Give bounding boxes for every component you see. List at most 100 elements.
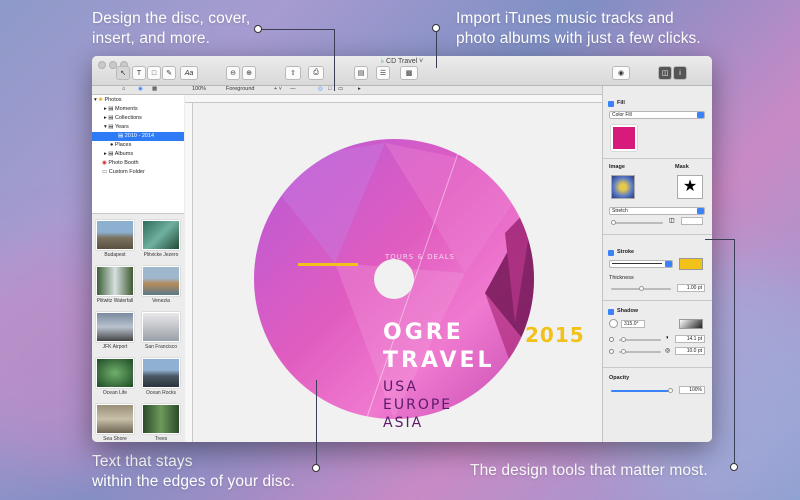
places-icon: ● xyxy=(110,142,114,148)
shadow-blur-slider[interactable] xyxy=(619,349,661,354)
text-tool-button[interactable]: T xyxy=(132,66,146,80)
mask-label: Mask xyxy=(675,164,689,170)
font-tool-button[interactable]: Aa xyxy=(180,66,198,80)
disc-tagline[interactable]: TOURS & DEALS xyxy=(385,253,455,261)
tree-item-custom-folder[interactable]: ▭ Custom Folder xyxy=(102,168,145,177)
disclosure-icon[interactable]: ▾ xyxy=(94,97,97,103)
zoom-out-button[interactable]: ⊖ xyxy=(226,66,240,80)
thumbnail-label: Plitwitz Waterfall xyxy=(96,298,134,304)
layer-select[interactable]: Foreground xyxy=(226,86,254,92)
thumbnail[interactable] xyxy=(96,358,134,388)
thumbnail-label: Budapest xyxy=(104,252,126,258)
stroke-style-select[interactable] xyxy=(609,260,673,268)
thumbnail[interactable] xyxy=(142,220,180,250)
app-window: ♭ CD Travel ˅ ↖ T □ ✎ Aa ⊖ ⊕ ⇧ ⎙ ▤ ☰ ▩ ◉… xyxy=(92,56,712,442)
photos-tab-icon[interactable]: ◉ xyxy=(138,86,143,92)
fill-type-select[interactable]: Color Fill xyxy=(609,111,705,119)
fill-checkbox[interactable] xyxy=(608,101,614,107)
caption-import: Import iTunes music tracks and photo alb… xyxy=(456,10,701,47)
image-well[interactable] xyxy=(611,175,635,199)
blur-radio[interactable] xyxy=(609,349,614,354)
pencil-tool-button[interactable]: ✎ xyxy=(162,66,176,80)
stroke-color-well[interactable] xyxy=(679,258,703,270)
media-tab-icon[interactable]: ▩ xyxy=(152,86,157,92)
thumbnail[interactable] xyxy=(96,404,134,434)
opacity-field[interactable]: 100% xyxy=(679,386,705,394)
thumbnail[interactable] xyxy=(96,266,134,296)
callout-line-text xyxy=(316,380,317,466)
shadow-offset-slider[interactable] xyxy=(619,337,661,342)
list-button[interactable]: ☰ xyxy=(376,66,390,80)
tree-item-years[interactable]: ▾ ▤ Years xyxy=(104,123,129,132)
thumbnail-label: Plitvicke Jezero xyxy=(143,252,179,258)
tree-item-moments[interactable]: ▸ ▤ Moments xyxy=(104,105,138,114)
fit-icon[interactable]: ◫ xyxy=(669,217,675,224)
stroke-checkbox[interactable] xyxy=(608,250,614,256)
disc-year[interactable]: 2015 xyxy=(525,323,585,347)
tree-item-places[interactable]: ● Places xyxy=(110,141,131,150)
disc-dest-europe[interactable]: EUROPE xyxy=(383,397,452,413)
media-button[interactable]: ▤ xyxy=(354,66,368,80)
share-button[interactable]: ⇧ xyxy=(285,66,301,80)
add-icon[interactable]: + ˅ xyxy=(274,86,282,92)
next-icon[interactable]: ▸ xyxy=(358,86,361,92)
thumbnail[interactable] xyxy=(142,312,180,342)
years-icon: ▤ xyxy=(108,124,114,130)
info-button[interactable]: i xyxy=(673,66,687,80)
sidebar-toggle-button[interactable]: ◫ xyxy=(658,66,672,80)
canvas[interactable]: TOURS & DEALS OGRE TRAVEL 2015 USA EUROP… xyxy=(185,95,602,442)
shadow-angle-field[interactable]: 315.0° xyxy=(621,320,645,328)
tree-item-collections[interactable]: ▸ ▤ Collections xyxy=(104,114,142,123)
shadow-checkbox[interactable] xyxy=(608,309,614,315)
window-title: ♭ CD Travel ˅ xyxy=(380,58,424,65)
thumbnail[interactable] xyxy=(142,404,180,434)
fill-color-well[interactable] xyxy=(611,125,637,151)
caption-design: Design the disc, cover, insert, and more… xyxy=(92,10,251,47)
shadow-offset-field[interactable]: 14.1 pt xyxy=(675,335,705,343)
preview-eye-button[interactable]: ◉ xyxy=(612,66,630,80)
insert-layout-icon[interactable]: ▭ xyxy=(338,86,343,92)
disc-dest-asia[interactable]: ASIA xyxy=(383,415,423,431)
shape-tool-button[interactable]: □ xyxy=(147,66,161,80)
disc-layout-icon[interactable]: ◎ xyxy=(318,86,323,92)
tree-item-photo-booth[interactable]: ◉ Photo Booth xyxy=(102,159,139,168)
tree-item-2010-2014[interactable]: ▤ 2010 - 2014 xyxy=(92,132,184,141)
select-tool-button[interactable]: ↖ xyxy=(116,66,130,80)
thumbnail[interactable] xyxy=(142,266,180,296)
tree-item-albums[interactable]: ▸ ▤ Albums xyxy=(104,150,133,159)
thumbnail[interactable] xyxy=(96,312,134,342)
zoom-select[interactable]: 100% xyxy=(192,86,206,92)
stroke-section: Stroke Thickness 1.00 pt xyxy=(603,244,712,301)
image-scale-slider[interactable] xyxy=(611,220,663,225)
image-scale-field[interactable] xyxy=(681,217,703,225)
callout-dot-import xyxy=(432,24,440,32)
remove-icon[interactable]: — xyxy=(290,86,296,92)
opacity-slider[interactable] xyxy=(611,388,673,393)
collections-icon: ▤ xyxy=(108,115,114,121)
home-icon[interactable]: ⌂ xyxy=(122,86,125,92)
stretch-select[interactable]: Stretch xyxy=(609,207,705,215)
zoom-in-button[interactable]: ⊕ xyxy=(242,66,256,80)
tree-item-photos[interactable]: ▾ ❀ Photos xyxy=(94,96,122,105)
thumbnail[interactable] xyxy=(142,358,180,388)
cover-layout-icon[interactable]: □ xyxy=(328,86,331,92)
thickness-field[interactable]: 1.00 pt xyxy=(677,284,705,292)
shadow-blur-field[interactable]: 10.0 pt xyxy=(675,347,705,355)
photos-app-icon: ❀ xyxy=(98,97,103,103)
mask-well[interactable]: ★ xyxy=(677,175,703,199)
print-button[interactable]: ⎙ xyxy=(308,66,324,80)
thickness-slider[interactable] xyxy=(611,286,671,291)
shadow-angle-dial[interactable] xyxy=(609,319,618,328)
image-mask-section: Image Mask ★ Stretch ◫ xyxy=(603,159,712,235)
disc-title-travel[interactable]: TRAVEL xyxy=(383,348,495,373)
photos-button[interactable]: ▩ xyxy=(400,66,418,80)
thumbnail[interactable] xyxy=(96,220,134,250)
thumbnail-label: JFK Airport xyxy=(102,344,128,350)
offset-radio[interactable] xyxy=(609,337,614,342)
disc-title-ogre[interactable]: OGRE xyxy=(383,320,464,345)
stroke-line-icon xyxy=(612,263,662,265)
disc-dest-usa[interactable]: USA xyxy=(383,379,418,395)
blur-icon: ◎ xyxy=(665,348,671,354)
shadow-color-well[interactable] xyxy=(679,319,703,329)
callout-line-design xyxy=(260,29,334,30)
